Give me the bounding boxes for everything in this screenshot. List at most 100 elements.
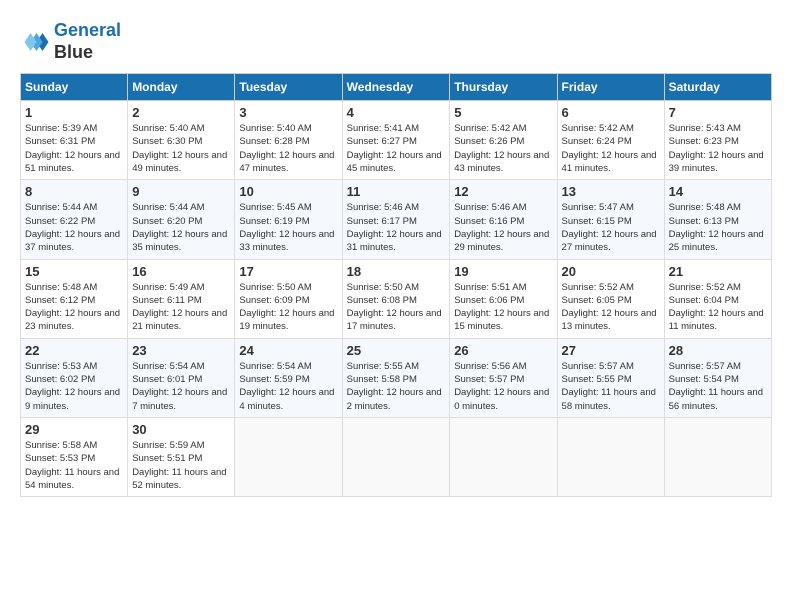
- day-info: Sunrise: 5:51 AM Sunset: 6:06 PM Dayligh…: [454, 281, 552, 334]
- calendar-day-17: 17 Sunrise: 5:50 AM Sunset: 6:09 PM Dayl…: [235, 259, 342, 338]
- day-number: 13: [562, 184, 660, 199]
- page-header: General Blue: [20, 20, 772, 63]
- calendar-day-16: 16 Sunrise: 5:49 AM Sunset: 6:11 PM Dayl…: [128, 259, 235, 338]
- day-info: Sunrise: 5:42 AM Sunset: 6:24 PM Dayligh…: [562, 122, 660, 175]
- calendar-day-7: 7 Sunrise: 5:43 AM Sunset: 6:23 PM Dayli…: [664, 101, 771, 180]
- day-info: Sunrise: 5:45 AM Sunset: 6:19 PM Dayligh…: [239, 201, 337, 254]
- logo-text: General Blue: [54, 20, 121, 63]
- calendar-day-30: 30 Sunrise: 5:59 AM Sunset: 5:51 PM Dayl…: [128, 417, 235, 496]
- day-info: Sunrise: 5:43 AM Sunset: 6:23 PM Dayligh…: [669, 122, 767, 175]
- day-info: Sunrise: 5:54 AM Sunset: 5:59 PM Dayligh…: [239, 360, 337, 413]
- day-number: 28: [669, 343, 767, 358]
- day-number: 23: [132, 343, 230, 358]
- day-info: Sunrise: 5:59 AM Sunset: 5:51 PM Dayligh…: [132, 439, 230, 492]
- calendar-day-27: 27 Sunrise: 5:57 AM Sunset: 5:55 PM Dayl…: [557, 338, 664, 417]
- day-number: 26: [454, 343, 552, 358]
- calendar-day-6: 6 Sunrise: 5:42 AM Sunset: 6:24 PM Dayli…: [557, 101, 664, 180]
- day-info: Sunrise: 5:49 AM Sunset: 6:11 PM Dayligh…: [132, 281, 230, 334]
- empty-cell: [342, 417, 450, 496]
- calendar-day-29: 29 Sunrise: 5:58 AM Sunset: 5:53 PM Dayl…: [21, 417, 128, 496]
- weekday-header-sunday: Sunday: [21, 74, 128, 101]
- calendar-day-4: 4 Sunrise: 5:41 AM Sunset: 6:27 PM Dayli…: [342, 101, 450, 180]
- calendar-day-12: 12 Sunrise: 5:46 AM Sunset: 6:16 PM Dayl…: [450, 180, 557, 259]
- day-number: 27: [562, 343, 660, 358]
- calendar-day-9: 9 Sunrise: 5:44 AM Sunset: 6:20 PM Dayli…: [128, 180, 235, 259]
- day-number: 25: [347, 343, 446, 358]
- day-number: 22: [25, 343, 123, 358]
- calendar-day-15: 15 Sunrise: 5:48 AM Sunset: 6:12 PM Dayl…: [21, 259, 128, 338]
- day-number: 20: [562, 264, 660, 279]
- day-info: Sunrise: 5:47 AM Sunset: 6:15 PM Dayligh…: [562, 201, 660, 254]
- calendar-table: SundayMondayTuesdayWednesdayThursdayFrid…: [20, 73, 772, 497]
- day-info: Sunrise: 5:40 AM Sunset: 6:28 PM Dayligh…: [239, 122, 337, 175]
- day-info: Sunrise: 5:40 AM Sunset: 6:30 PM Dayligh…: [132, 122, 230, 175]
- day-number: 7: [669, 105, 767, 120]
- calendar-week-5: 29 Sunrise: 5:58 AM Sunset: 5:53 PM Dayl…: [21, 417, 772, 496]
- calendar-day-20: 20 Sunrise: 5:52 AM Sunset: 6:05 PM Dayl…: [557, 259, 664, 338]
- day-number: 4: [347, 105, 446, 120]
- day-number: 29: [25, 422, 123, 437]
- calendar-week-4: 22 Sunrise: 5:53 AM Sunset: 6:02 PM Dayl…: [21, 338, 772, 417]
- day-number: 17: [239, 264, 337, 279]
- day-info: Sunrise: 5:50 AM Sunset: 6:08 PM Dayligh…: [347, 281, 446, 334]
- day-info: Sunrise: 5:53 AM Sunset: 6:02 PM Dayligh…: [25, 360, 123, 413]
- logo-icon: [20, 27, 50, 57]
- day-number: 21: [669, 264, 767, 279]
- weekday-header-saturday: Saturday: [664, 74, 771, 101]
- day-number: 24: [239, 343, 337, 358]
- calendar-day-18: 18 Sunrise: 5:50 AM Sunset: 6:08 PM Dayl…: [342, 259, 450, 338]
- calendar-day-21: 21 Sunrise: 5:52 AM Sunset: 6:04 PM Dayl…: [664, 259, 771, 338]
- day-info: Sunrise: 5:52 AM Sunset: 6:04 PM Dayligh…: [669, 281, 767, 334]
- day-number: 1: [25, 105, 123, 120]
- calendar-day-22: 22 Sunrise: 5:53 AM Sunset: 6:02 PM Dayl…: [21, 338, 128, 417]
- day-info: Sunrise: 5:46 AM Sunset: 6:16 PM Dayligh…: [454, 201, 552, 254]
- calendar-week-1: 1 Sunrise: 5:39 AM Sunset: 6:31 PM Dayli…: [21, 101, 772, 180]
- calendar-day-28: 28 Sunrise: 5:57 AM Sunset: 5:54 PM Dayl…: [664, 338, 771, 417]
- day-number: 16: [132, 264, 230, 279]
- empty-cell: [664, 417, 771, 496]
- empty-cell: [557, 417, 664, 496]
- day-number: 10: [239, 184, 337, 199]
- day-info: Sunrise: 5:57 AM Sunset: 5:54 PM Dayligh…: [669, 360, 767, 413]
- day-info: Sunrise: 5:56 AM Sunset: 5:57 PM Dayligh…: [454, 360, 552, 413]
- day-number: 3: [239, 105, 337, 120]
- weekday-header-tuesday: Tuesday: [235, 74, 342, 101]
- empty-cell: [235, 417, 342, 496]
- calendar-day-11: 11 Sunrise: 5:46 AM Sunset: 6:17 PM Dayl…: [342, 180, 450, 259]
- weekday-header-friday: Friday: [557, 74, 664, 101]
- day-number: 9: [132, 184, 230, 199]
- calendar-week-3: 15 Sunrise: 5:48 AM Sunset: 6:12 PM Dayl…: [21, 259, 772, 338]
- day-info: Sunrise: 5:41 AM Sunset: 6:27 PM Dayligh…: [347, 122, 446, 175]
- day-info: Sunrise: 5:58 AM Sunset: 5:53 PM Dayligh…: [25, 439, 123, 492]
- day-number: 8: [25, 184, 123, 199]
- weekday-header-monday: Monday: [128, 74, 235, 101]
- day-number: 2: [132, 105, 230, 120]
- day-info: Sunrise: 5:57 AM Sunset: 5:55 PM Dayligh…: [562, 360, 660, 413]
- calendar-day-3: 3 Sunrise: 5:40 AM Sunset: 6:28 PM Dayli…: [235, 101, 342, 180]
- calendar-day-25: 25 Sunrise: 5:55 AM Sunset: 5:58 PM Dayl…: [342, 338, 450, 417]
- calendar-day-23: 23 Sunrise: 5:54 AM Sunset: 6:01 PM Dayl…: [128, 338, 235, 417]
- calendar-day-5: 5 Sunrise: 5:42 AM Sunset: 6:26 PM Dayli…: [450, 101, 557, 180]
- calendar-day-19: 19 Sunrise: 5:51 AM Sunset: 6:06 PM Dayl…: [450, 259, 557, 338]
- calendar-day-2: 2 Sunrise: 5:40 AM Sunset: 6:30 PM Dayli…: [128, 101, 235, 180]
- day-info: Sunrise: 5:54 AM Sunset: 6:01 PM Dayligh…: [132, 360, 230, 413]
- calendar-day-8: 8 Sunrise: 5:44 AM Sunset: 6:22 PM Dayli…: [21, 180, 128, 259]
- day-info: Sunrise: 5:44 AM Sunset: 6:22 PM Dayligh…: [25, 201, 123, 254]
- day-number: 6: [562, 105, 660, 120]
- day-number: 14: [669, 184, 767, 199]
- day-info: Sunrise: 5:48 AM Sunset: 6:13 PM Dayligh…: [669, 201, 767, 254]
- calendar-day-13: 13 Sunrise: 5:47 AM Sunset: 6:15 PM Dayl…: [557, 180, 664, 259]
- day-info: Sunrise: 5:48 AM Sunset: 6:12 PM Dayligh…: [25, 281, 123, 334]
- day-number: 18: [347, 264, 446, 279]
- day-number: 30: [132, 422, 230, 437]
- calendar-day-26: 26 Sunrise: 5:56 AM Sunset: 5:57 PM Dayl…: [450, 338, 557, 417]
- day-info: Sunrise: 5:52 AM Sunset: 6:05 PM Dayligh…: [562, 281, 660, 334]
- day-number: 12: [454, 184, 552, 199]
- day-info: Sunrise: 5:39 AM Sunset: 6:31 PM Dayligh…: [25, 122, 123, 175]
- day-number: 19: [454, 264, 552, 279]
- calendar-day-10: 10 Sunrise: 5:45 AM Sunset: 6:19 PM Dayl…: [235, 180, 342, 259]
- empty-cell: [450, 417, 557, 496]
- day-number: 5: [454, 105, 552, 120]
- day-info: Sunrise: 5:44 AM Sunset: 6:20 PM Dayligh…: [132, 201, 230, 254]
- weekday-header-thursday: Thursday: [450, 74, 557, 101]
